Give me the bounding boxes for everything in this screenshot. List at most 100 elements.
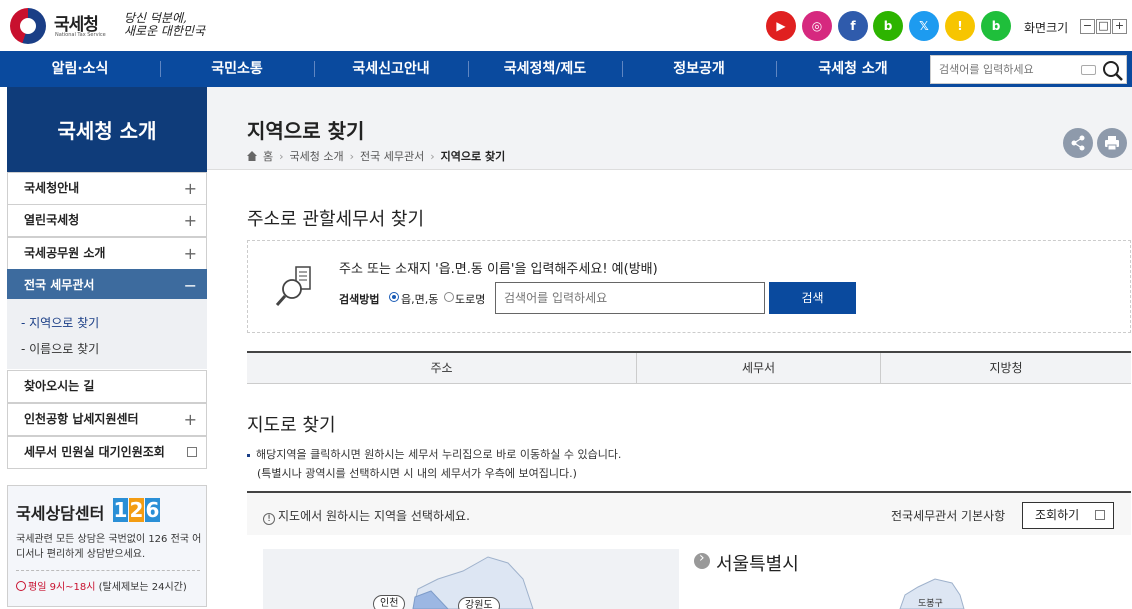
sidebar-title: 국세청 소개 (7, 87, 207, 172)
digit: 1 (113, 498, 128, 522)
nts-logo-icon[interactable] (10, 8, 46, 44)
consult-title: 국세상담센터 (16, 504, 105, 523)
region-title: 서울특별시 (694, 550, 799, 576)
x-icon[interactable]: 𝕏 (909, 11, 939, 41)
facebook-icon[interactable]: f (838, 11, 868, 41)
gnb-search-box (930, 55, 1127, 84)
address-search-input[interactable] (495, 282, 765, 314)
font-size-label: 화면크기 (1024, 21, 1069, 35)
gnb-item-filing-guide[interactable]: 국세신고안내 (314, 51, 468, 87)
slogan-line-2: 새로운 대한민국 (124, 24, 206, 38)
print-button[interactable] (1097, 128, 1127, 158)
share-icon (1071, 135, 1085, 151)
gnb-item-policy[interactable]: 국세정책/제도 (468, 51, 622, 87)
building-search-icon (275, 266, 311, 306)
search-instruction: 주소 또는 소재지 '읍.면.동 이름'을 입력해주세요! 예(방배) (339, 262, 658, 277)
blog-icon[interactable]: b (873, 11, 903, 41)
brand-subtitle: National Tax Service (55, 32, 106, 38)
collapse-icon: − (183, 276, 197, 295)
bullet-icon (247, 453, 250, 457)
sidebar-item-label: 세무서 민원실 대기인원조회 (24, 445, 165, 459)
digit: 6 (145, 498, 160, 522)
view-button[interactable]: 조회하기 (1022, 502, 1114, 529)
column-header-regional-office: 지방청 (989, 361, 1023, 375)
instagram-icon[interactable]: ◎ (802, 11, 832, 41)
radio-label-road-name[interactable]: 도로명 (455, 291, 485, 307)
breadcrumb: 홈 › 국세청 소개 › 전국 세무관서 › 지역으로 찾기 (247, 148, 505, 164)
region-title-text: 서울특별시 (716, 554, 799, 575)
gnb-item-disclosure[interactable]: 정보공개 (622, 51, 776, 87)
map-label-gangwon[interactable]: 강원도 (458, 597, 500, 609)
clock-icon (16, 581, 26, 591)
gnb-item-news[interactable]: 알림·소식 (0, 51, 160, 87)
sidebar-item-directions[interactable]: 찾아오시는 길 (7, 370, 207, 403)
content-header: 지역으로 찾기 홈 › 국세청 소개 › 전국 세무관서 › 지역으로 찾기 (207, 87, 1132, 170)
youtube-icon[interactable]: ▶ (766, 11, 796, 41)
chevron-right-icon (694, 550, 710, 569)
virtual-keyboard-icon[interactable] (1081, 65, 1096, 75)
breadcrumb-current: 지역으로 찾기 (440, 150, 506, 163)
search-icon[interactable] (1102, 60, 1124, 82)
gnb-item-about[interactable]: 국세청 소개 (776, 51, 930, 87)
radio-eup-myeon-dong[interactable] (389, 292, 399, 302)
map-label-dobong[interactable]: 도봉구 (918, 596, 943, 609)
view-button-label: 조회하기 (1035, 508, 1080, 522)
page-title: 지역으로 찾기 (247, 119, 365, 143)
info-icon: ! (263, 513, 275, 525)
sidebar-item-label: 찾아오시는 길 (24, 379, 95, 393)
breadcrumb-about[interactable]: 국세청 소개 (290, 148, 344, 164)
chevron-right-icon: › (349, 149, 355, 163)
sidebar-item-waiting-count[interactable]: 세무서 민원실 대기인원조회 (7, 436, 207, 469)
consult-center-banner[interactable]: 국세상담센터 1 2 6 국세관련 모든 상담은 국번없이 126 전국 어디서… (7, 485, 207, 607)
column-header-address: 주소 (247, 353, 637, 384)
kakao-story-icon[interactable]: ! (945, 11, 975, 41)
map-description-2: (특별시나 광역시를 선택하시면 시 내의 세무서가 우측에 보여집니다.) (257, 467, 577, 480)
radio-label-eup-myeon-dong[interactable]: 읍,면,동 (401, 291, 438, 307)
sidebar-item-label: 국세공무원 소개 (24, 246, 106, 260)
digit: 2 (129, 498, 144, 522)
gnb-item-communication[interactable]: 국민소통 (160, 51, 314, 87)
column-header-tax-office: 세무서 (637, 353, 881, 384)
sidebar-item-label: 국세청안내 (24, 181, 80, 195)
submenu-item-by-region[interactable]: - 지역으로 찾기 (21, 314, 99, 331)
map-instruction: ! 지도에서 원하시는 지역을 선택하세요. (263, 507, 470, 525)
sidebar-item-nts-info[interactable]: 국세청안내 + (7, 172, 207, 205)
consult-number: 1 2 6 (113, 498, 160, 522)
map-label-incheon[interactable]: 인천 (373, 595, 406, 609)
external-link-icon (187, 447, 197, 457)
print-icon (1105, 136, 1119, 151)
expand-icon: + (183, 211, 197, 230)
map-toolbar: ! 지도에서 원하시는 지역을 선택하세요. 전국세무관서 기본사항 조회하기 (247, 491, 1131, 535)
font-size-decrease-button[interactable]: − (1080, 19, 1095, 34)
consult-hours-note: (탈세제보는 24시간) (98, 582, 187, 593)
share-button[interactable] (1063, 128, 1093, 158)
divider (16, 570, 200, 571)
map-description-1: 해당지역을 클릭하시면 원하시는 세무서 누리집으로 바로 이동하실 수 있습니… (247, 446, 621, 462)
gnb-search-input[interactable] (931, 56, 1071, 83)
map-instruction-text: 지도에서 원하시는 지역을 선택하세요. (278, 509, 470, 523)
map-description-1-text: 해당지역을 클릭하시면 원하시는 세무서 누리집으로 바로 이동하실 수 있습니… (256, 448, 622, 461)
sidebar-item-label: 열린국세청 (24, 213, 80, 227)
sidebar-submenu: - 지역으로 찾기 - 이름으로 찾기 (7, 299, 207, 369)
home-icon[interactable] (247, 151, 257, 161)
top-header: 국세청 National Tax Service 당신 덕분에, 새로운 대한민… (0, 0, 1132, 51)
basic-info-label: 전국세무관서 기본사항 (891, 509, 1006, 523)
submenu-item-by-name[interactable]: - 이름으로 찾기 (21, 340, 99, 357)
font-size-reset-button[interactable]: □ (1096, 19, 1111, 34)
consult-hours-weekday: 평일 9시~18시 (28, 582, 96, 593)
result-table-header: 주소 세무서 지방청 (247, 351, 1131, 384)
expand-icon: + (183, 410, 197, 429)
band-icon[interactable]: b (981, 11, 1011, 41)
expand-icon: + (183, 244, 197, 263)
search-method-label: 검색방법 (339, 293, 380, 306)
sidebar-item-tax-offices[interactable]: 전국 세무관서 − (7, 269, 207, 302)
sidebar-item-officials[interactable]: 국세공무원 소개 + (7, 237, 207, 270)
sidebar-item-airport-center[interactable]: 인천공항 납세지원센터 + (7, 403, 207, 436)
address-search-button[interactable]: 검색 (769, 282, 856, 314)
breadcrumb-home[interactable]: 홈 (263, 148, 273, 164)
breadcrumb-tax-offices[interactable]: 전국 세무관서 (360, 148, 424, 164)
sidebar-item-label: 인천공항 납세지원센터 (24, 412, 139, 426)
sidebar-item-open-nts[interactable]: 열린국세청 + (7, 204, 207, 237)
radio-road-name[interactable] (444, 292, 454, 302)
font-size-increase-button[interactable]: + (1112, 19, 1127, 34)
